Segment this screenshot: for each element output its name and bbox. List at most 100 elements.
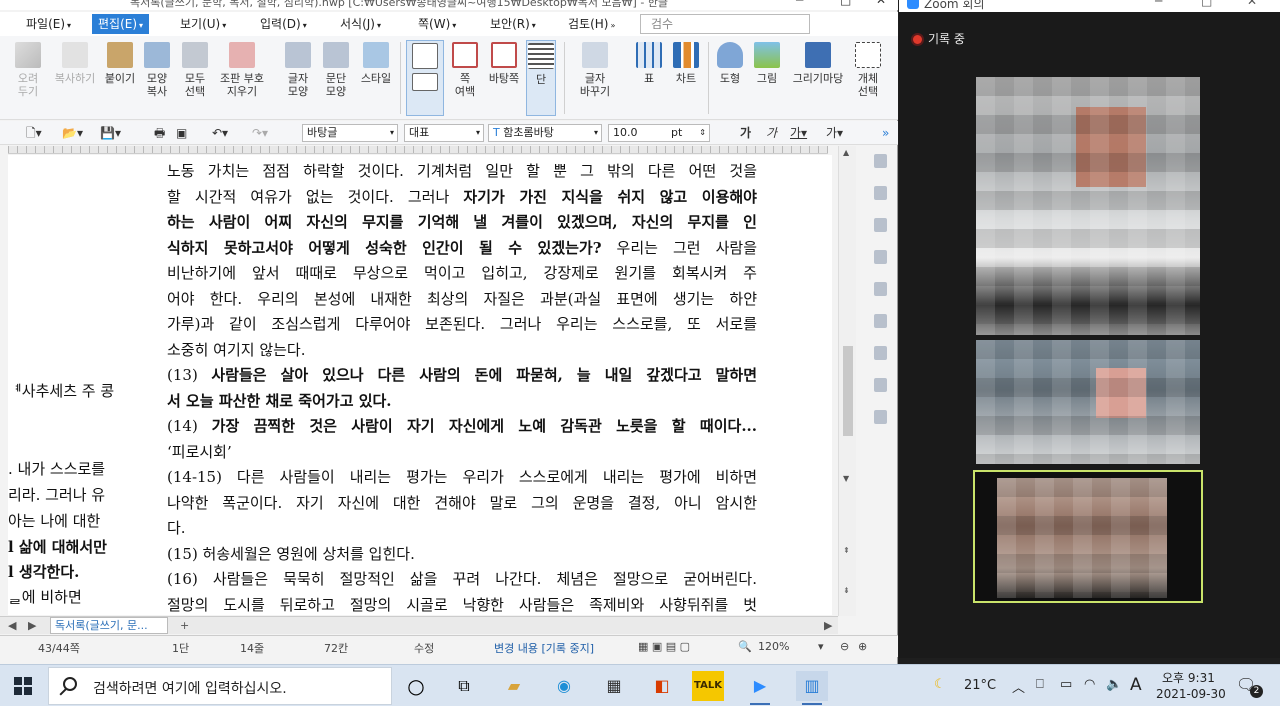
file-explorer-icon[interactable]: ▰ — [498, 671, 530, 701]
scroll-down-icon[interactable]: ▼ — [843, 474, 849, 483]
new-tab-icon[interactable]: + — [180, 619, 189, 632]
maximize-button[interactable]: □ — [1201, 0, 1212, 8]
replace-button[interactable]: 글자 바꾸기 — [572, 40, 618, 98]
wifi-icon[interactable]: ◠ — [1084, 677, 1095, 692]
clock-date[interactable]: 2021-09-30 — [1156, 687, 1226, 701]
page-view-button[interactable] — [406, 40, 444, 116]
pane-icon[interactable] — [874, 250, 887, 264]
new-doc-icon[interactable]: 🗋▾ — [26, 124, 42, 142]
pane-icon[interactable] — [874, 378, 887, 392]
undo-icon[interactable]: ↶▾ — [212, 124, 228, 142]
picture-button[interactable]: 그림 — [752, 40, 782, 85]
ribbon-search-input[interactable]: 검수 — [640, 14, 810, 34]
minimize-button[interactable]: ─ — [796, 0, 803, 7]
battery-icon[interactable]: ▭ — [1060, 677, 1072, 692]
edge-icon[interactable]: ◉ — [548, 671, 580, 701]
scroll-up-icon[interactable]: ▲ — [843, 148, 849, 157]
hwp-app-icon[interactable]: ▥ — [796, 671, 828, 705]
bold-icon[interactable]: 가 — [740, 124, 751, 142]
page-up-icon[interactable]: ⇞ — [843, 546, 850, 555]
open-folder-icon[interactable]: 📂▾ — [62, 124, 83, 142]
erase-code-button[interactable]: 조판 부호 지우기 — [214, 40, 270, 98]
pane-icon[interactable] — [874, 282, 887, 296]
paste-button[interactable]: 붙이기 — [100, 40, 140, 85]
italic-icon[interactable]: 가 — [766, 124, 777, 142]
para-shape-button[interactable]: 문단 모양 — [320, 40, 352, 98]
save-icon[interactable]: 💾▾ — [100, 124, 121, 142]
redo-icon[interactable]: ↷▾ — [252, 124, 268, 142]
zoom-icon[interactable]: 🔍 — [738, 640, 752, 653]
select-object-button[interactable]: 개체 선택 — [852, 40, 884, 98]
status-track-changes[interactable]: 변경 내용 [기록 중지] — [494, 640, 594, 656]
pane-icon[interactable] — [874, 218, 887, 232]
status-mode[interactable]: 수정 — [414, 640, 434, 656]
font-size-input[interactable]: 10.0 pt ⇕ — [608, 124, 710, 142]
chart-button[interactable]: 차트 — [670, 40, 702, 85]
pane-icon[interactable] — [874, 410, 887, 424]
tray-app-icon[interactable]: ⎕ — [1036, 677, 1044, 692]
store-icon[interactable]: ▦ — [598, 671, 630, 701]
maximize-button[interactable]: □ — [840, 0, 851, 7]
zoom-dropdown-icon[interactable]: ▾ — [818, 640, 824, 653]
menu-page[interactable]: 쪽(W) ▾ — [412, 14, 462, 34]
windows-start-icon[interactable] — [14, 677, 32, 695]
page-down-icon[interactable]: ⇟ — [843, 586, 850, 595]
cut-button[interactable]: 오려 두기 — [10, 40, 46, 98]
master-page-button[interactable]: 바탕쪽 — [484, 40, 524, 85]
zoom-level[interactable]: 120% — [758, 640, 789, 653]
minimize-button[interactable]: ─ — [1155, 0, 1162, 8]
more-icon[interactable]: » — [882, 124, 889, 142]
pane-icon[interactable] — [874, 346, 887, 360]
vertical-scrollbar[interactable]: ▲ ▼ ⇞ ⇟ — [838, 146, 856, 616]
cortana-icon[interactable]: ○ — [400, 671, 432, 701]
ime-indicator[interactable]: A — [1130, 675, 1142, 695]
zoom-out-icon[interactable]: ⊖ — [840, 640, 849, 653]
document-tab[interactable]: 독서록(글쓰기, 문... — [50, 617, 168, 634]
volume-icon[interactable]: 🔈 — [1106, 677, 1122, 692]
pane-icon[interactable] — [874, 154, 887, 168]
preview-icon[interactable]: ▣ — [176, 124, 187, 142]
zoom-in-icon[interactable]: ⊕ — [858, 640, 867, 653]
clock-time[interactable]: 오후 9:31 — [1162, 669, 1215, 686]
menu-format[interactable]: 서식(J) ▾ — [334, 14, 387, 34]
pane-icon[interactable] — [874, 314, 887, 328]
table-button[interactable]: 표 — [634, 40, 664, 85]
shape-button[interactable]: 도형 — [714, 40, 746, 85]
weather-temp[interactable]: 21°C — [964, 678, 996, 693]
menu-file[interactable]: 파일(E) ▾ — [20, 14, 77, 34]
task-view-icon[interactable]: ⧉ — [448, 671, 480, 701]
strikethrough-icon[interactable]: 가▾ — [826, 124, 843, 142]
menu-insert[interactable]: 입력(D) ▾ — [254, 14, 313, 34]
style-select[interactable]: 바탕글 ▾ — [302, 124, 398, 142]
drawing-button[interactable]: 그리기마당 — [788, 40, 848, 85]
hscroll-right-icon[interactable]: ▶ — [824, 619, 832, 632]
weather-icon[interactable]: ☾ — [934, 677, 946, 692]
kakaotalk-icon[interactable]: TALK — [692, 671, 724, 701]
close-icon[interactable]: ✕ — [876, 0, 886, 7]
font-select[interactable]: T 함초롬바탕 ▾ — [488, 124, 602, 142]
pane-icon[interactable] — [874, 186, 887, 200]
zoom-app-icon[interactable]: ▶ — [744, 671, 776, 705]
view-mode-icons[interactable]: ▦ ▣ ▤ ▢ — [638, 640, 690, 653]
scroll-thumb[interactable] — [843, 346, 853, 436]
close-icon[interactable]: ✕ — [1247, 0, 1257, 8]
format-copy-button[interactable]: 모양 복사 — [142, 40, 172, 98]
participant-video[interactable] — [976, 340, 1200, 464]
language-select[interactable]: 대표 ▾ — [404, 124, 484, 142]
select-all-button[interactable]: 모두 선택 — [180, 40, 210, 98]
column-button[interactable]: 단 — [526, 40, 556, 116]
menu-view[interactable]: 보기(U) ▾ — [174, 14, 232, 34]
tray-chevron-icon[interactable]: ︿ — [1012, 677, 1025, 696]
menu-security[interactable]: 보안(R) ▾ — [484, 14, 542, 34]
office-icon[interactable]: ◧ — [646, 671, 678, 701]
tab-prev-icon[interactable]: ◀ — [8, 619, 16, 632]
char-shape-button[interactable]: 글자 모양 — [282, 40, 314, 98]
menu-edit[interactable]: 편집(E) ▾ — [92, 14, 150, 34]
print-icon[interactable]: 🖶 — [154, 124, 165, 142]
margin-button[interactable]: 쪽 여백 — [448, 40, 482, 98]
style-button[interactable]: 스타일 — [356, 40, 396, 85]
copy-button[interactable]: 복사하기 — [50, 40, 100, 85]
document-area[interactable]: ᅨ사추세츠 주 콩 . 내가 스스로를 리라. 그러나 유 아는 나에 대한 l… — [8, 155, 832, 615]
recording-indicator[interactable]: 기록 중 — [913, 30, 965, 47]
tab-next-icon[interactable]: ▶ — [28, 619, 36, 632]
